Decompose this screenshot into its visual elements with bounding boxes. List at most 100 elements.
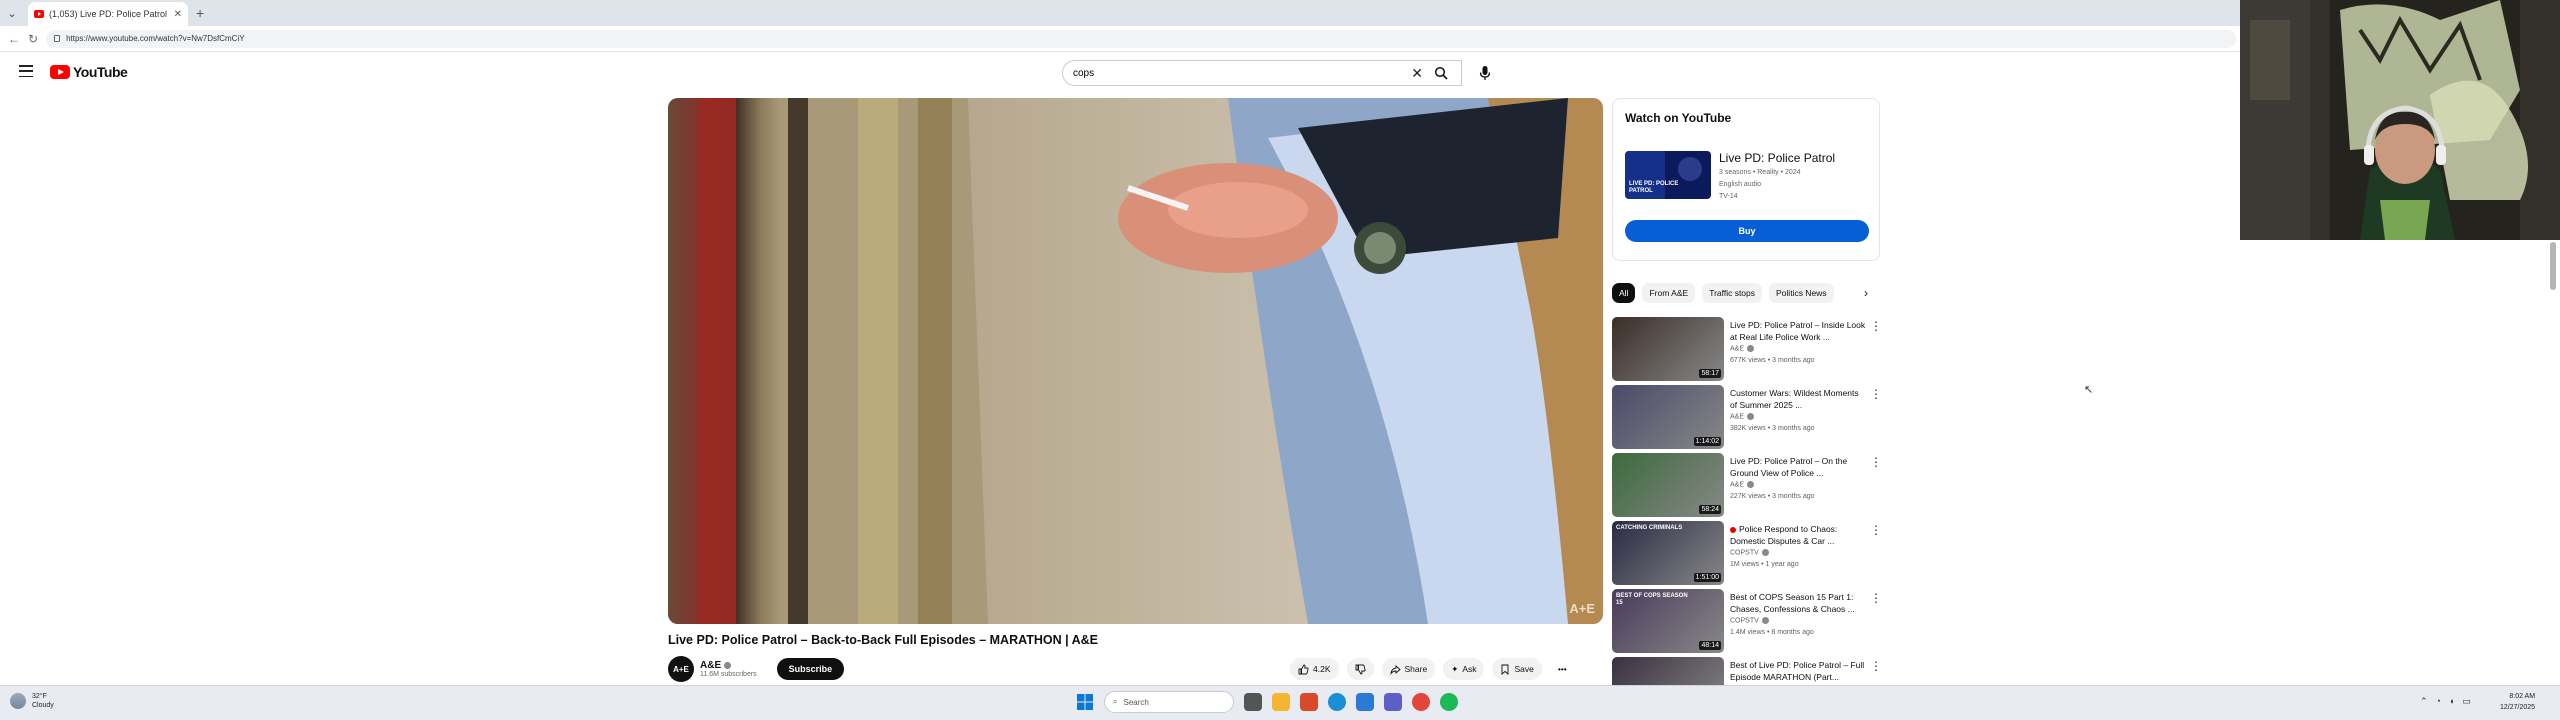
chip-all[interactable]: All <box>1612 283 1636 303</box>
voice-search-button[interactable] <box>1472 61 1498 85</box>
page-scrollbar[interactable] <box>2548 240 2560 685</box>
recommendation-item[interactable]: CATCHING CRIMINALS 1:51:00 Police Respond … <box>1612 521 1884 587</box>
chips-next-chevron-icon[interactable]: › <box>1856 283 1876 303</box>
windows-start-icon[interactable] <box>1076 693 1094 711</box>
taskbar-search-icon: ⌕ <box>1113 697 1118 706</box>
recommendation-channel[interactable]: A&E <box>1730 345 1755 353</box>
video-duration: 1:14:02 <box>1693 437 1721 446</box>
recommendation-item[interactable]: 1:14:02 Customer Wars: Wildest Moments of… <box>1612 385 1884 451</box>
buy-button[interactable]: Buy <box>1625 220 1869 242</box>
store-app-icon[interactable] <box>1356 693 1374 711</box>
verified-badge-icon <box>1761 549 1769 556</box>
spotify-app-icon[interactable] <box>1440 693 1458 711</box>
share-button[interactable]: Share <box>1381 658 1436 680</box>
office-app-icon[interactable] <box>1300 693 1318 711</box>
search-box: ✕ <box>1062 60 1462 86</box>
recommendation-channel[interactable]: A&E <box>1730 413 1755 421</box>
show-title[interactable]: Live PD: Police Patrol <box>1719 151 1835 165</box>
site-info-icon[interactable] <box>54 35 61 42</box>
subscribe-button[interactable]: Subscribe <box>776 658 845 680</box>
recommendation-title[interactable]: Best of Live PD: Police Patrol – Full Ep… <box>1730 659 1866 683</box>
browser-tab-active[interactable]: (1,053) Live PD: Police Patrol – ✕ <box>28 2 188 26</box>
recommendation-title[interactable]: Police Respond to Chaos: Domestic Disput… <box>1730 523 1866 547</box>
more-options-vertical-icon[interactable]: ⋮ <box>1870 591 1882 605</box>
channel-avatar[interactable]: A+E <box>668 656 694 682</box>
video-duration: 1:51:00 <box>1693 573 1721 582</box>
chip-from-ae[interactable]: From A&E <box>1642 283 1696 303</box>
recommendation-title[interactable]: Live PD: Police Patrol – On the Ground V… <box>1730 455 1866 479</box>
more-options-vertical-icon[interactable]: ⋮ <box>1870 455 1882 469</box>
recommendation-thumbnail[interactable]: 58:24 <box>1612 453 1724 517</box>
verified-badge-icon <box>1747 413 1755 420</box>
cloud-weather-icon <box>10 693 26 709</box>
search-input[interactable] <box>1073 67 1412 79</box>
channel-name[interactable]: A&E <box>700 660 757 671</box>
tab-close-icon[interactable]: ✕ <box>174 9 182 20</box>
reload-icon[interactable]: ↻ <box>28 32 38 46</box>
youtube-logo[interactable]: YouTube <box>50 64 128 80</box>
recommendation-channel[interactable]: COPSTV <box>1730 617 1769 624</box>
chip-politics-news[interactable]: Politics News <box>1769 283 1834 303</box>
recommendation-channel-text: COPSTV <box>1730 617 1759 625</box>
battery-icon[interactable]: ▭ <box>2462 696 2471 707</box>
thumbnail-text: BEST OF COPS SEASON 15 <box>1616 593 1688 606</box>
taskbar-search[interactable]: ⌕ Search <box>1104 691 1234 713</box>
edge-browser-icon[interactable] <box>1328 693 1346 711</box>
more-options-vertical-icon[interactable]: ⋮ <box>1870 523 1882 537</box>
more-options-vertical-icon[interactable]: ⋮ <box>1870 319 1882 333</box>
show-thumbnail[interactable]: LIVE PD: POLICE PATROL <box>1625 151 1711 199</box>
tab-search-dropdown[interactable]: ⌄ <box>0 0 24 26</box>
recommendation-title-text: Customer Wars: Wildest Moments of Summer… <box>1730 388 1859 410</box>
recommendation-channel-text: A&E <box>1730 413 1745 421</box>
tray-overflow-chevron-icon[interactable]: ⌃ <box>2420 696 2428 707</box>
youtube-favicon-icon <box>34 10 44 18</box>
menu-hamburger-icon[interactable] <box>19 65 33 77</box>
more-dots-icon: ••• <box>1557 664 1567 674</box>
channel-info: A&E 11.6M subscribers <box>700 660 757 678</box>
recommendation-title-text: Live PD: Police Patrol – Inside Look at … <box>1730 320 1866 342</box>
recommendation-thumbnail[interactable]: 58:17 <box>1612 317 1724 381</box>
recommendation-title[interactable]: Customer Wars: Wildest Moments of Summer… <box>1730 387 1866 411</box>
scrollbar-thumb[interactable] <box>2550 242 2556 290</box>
task-view-icon[interactable] <box>1244 693 1262 711</box>
recommendation-title[interactable]: Best of COPS Season 15 Part 1: Chases, C… <box>1730 591 1866 615</box>
recommendation-thumbnail[interactable]: 1:14:02 <box>1612 385 1724 449</box>
file-explorer-icon[interactable] <box>1272 693 1290 711</box>
recommendation-item[interactable]: 58:17 Live PD: Police Patrol – Inside Loo… <box>1612 317 1884 383</box>
chrome-browser-icon[interactable] <box>1412 693 1430 711</box>
ask-button[interactable]: ✦ Ask <box>1443 658 1485 680</box>
webcam-feed <box>2240 0 2560 240</box>
recommendation-thumbnail[interactable]: CATCHING CRIMINALS 1:51:00 <box>1612 521 1724 585</box>
recommendation-thumbnail[interactable]: BEST OF COPS SEASON 15 48:14 <box>1612 589 1724 653</box>
volume-icon[interactable]: ◖ <box>2449 696 2454 707</box>
save-button[interactable]: Save <box>1492 658 1542 680</box>
youtube-masthead: YouTube ✕ <box>0 52 2240 92</box>
more-options-vertical-icon[interactable]: ⋮ <box>1870 659 1882 673</box>
recommendation-channel-text: A&E <box>1730 345 1745 353</box>
video-owner-row: A+E A&E 11.6M subscribers Subscribe <box>668 654 845 684</box>
recommendation-channel[interactable]: A&E <box>1730 481 1755 488</box>
weather-widget[interactable]: 32°F Cloudy <box>10 692 54 710</box>
back-arrow-icon[interactable]: ← <box>8 32 20 46</box>
chip-traffic-stops[interactable]: Traffic stops <box>1702 283 1763 303</box>
like-button[interactable]: 4.2K <box>1290 658 1339 680</box>
recommendation-item[interactable]: BEST OF COPS SEASON 15 48:14 Best of COPS … <box>1612 589 1884 655</box>
dislike-button[interactable] <box>1346 658 1374 680</box>
recommendation-channel[interactable]: COPSTV <box>1730 549 1769 556</box>
new-tab-button[interactable]: + <box>188 2 212 26</box>
recommendation-item[interactable]: 58:24 Live PD: Police Patrol – On the Gro… <box>1612 453 1884 519</box>
video-player[interactable]: A+E <box>668 98 1603 624</box>
recommendation-title[interactable]: Live PD: Police Patrol – Inside Look at … <box>1730 319 1866 343</box>
clear-search-icon[interactable]: ✕ <box>1411 65 1423 82</box>
channel-watermark: A+E <box>1569 601 1595 616</box>
more-actions-button[interactable]: ••• <box>1549 658 1575 680</box>
teams-app-icon[interactable] <box>1384 693 1402 711</box>
video-duration: 48:14 <box>1699 641 1721 650</box>
search-button[interactable] <box>1426 60 1456 86</box>
address-bar[interactable]: https://www.youtube.com/watch?v=Nw7DsfCm… <box>46 29 2237 48</box>
more-options-vertical-icon[interactable]: ⋮ <box>1870 387 1882 401</box>
taskbar-clock[interactable]: 8:02 AM 12/27/2025 <box>2500 691 2535 713</box>
video-duration: 58:17 <box>1699 369 1721 378</box>
network-icon[interactable]: ◔ <box>2436 696 2441 707</box>
taskbar-apps: ⌕ Search <box>1076 691 1458 713</box>
